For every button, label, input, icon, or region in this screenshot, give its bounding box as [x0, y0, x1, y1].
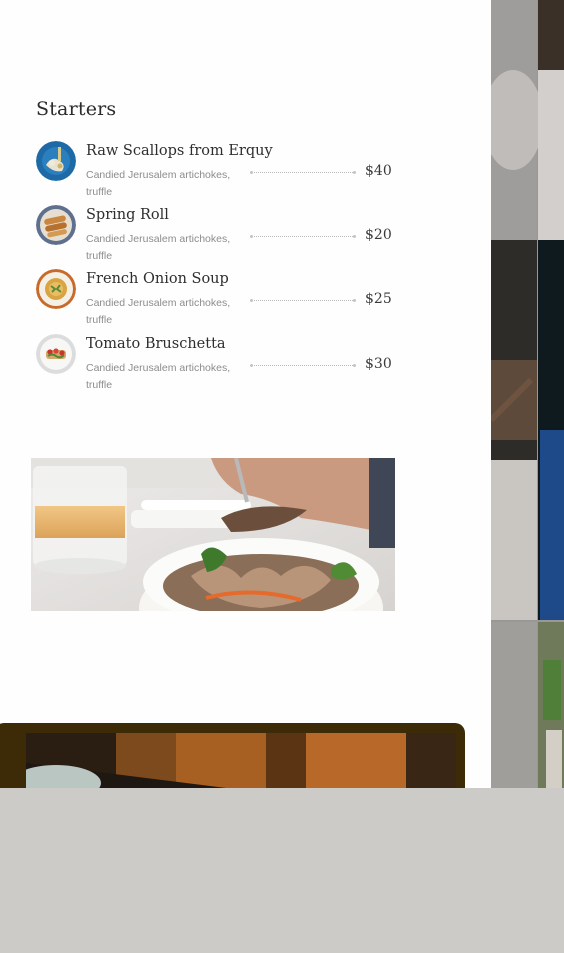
price-leader [250, 364, 356, 367]
dish-description: Candied Jerusalem artichokes, truffle [86, 233, 231, 262]
dish-price: $30 [365, 356, 392, 372]
price-leader [250, 299, 356, 302]
feature-photo-salad [31, 458, 395, 611]
dish-description: Candied Jerusalem artichokes, truffle [86, 297, 231, 326]
page-bottom-background [0, 788, 564, 953]
dish-thumbnail-bruschetta [36, 334, 76, 374]
dish-name: Tomato Bruschetta [86, 336, 226, 352]
dish-name: Raw Scallops from Erquy [86, 143, 273, 159]
menu-item[interactable]: French Onion Soup Candied Jerusalem arti… [36, 269, 396, 327]
dish-thumbnail-onion-soup [36, 269, 76, 309]
menu-item[interactable]: Tomato Bruschetta Candied Jerusalem arti… [36, 334, 396, 392]
dish-price: $25 [365, 291, 392, 307]
page: Starters Raw Scallops from Erquy Candied… [0, 0, 564, 788]
dish-name: Spring Roll [86, 207, 169, 223]
dish-price: $20 [365, 227, 392, 243]
price-leader [250, 171, 356, 174]
dish-name: French Onion Soup [86, 271, 229, 287]
menu-item[interactable]: Raw Scallops from Erquy Candied Jerusale… [36, 141, 396, 199]
dish-description: Candied Jerusalem artichokes, truffle [86, 169, 231, 198]
dish-description: Candied Jerusalem artichokes, truffle [86, 362, 231, 391]
price-leader [250, 235, 356, 238]
dish-thumbnail-spring-roll [36, 205, 76, 245]
section-title-starters: Starters [36, 98, 117, 120]
dish-price: $40 [365, 163, 392, 179]
menu-panel: Starters Raw Scallops from Erquy Candied… [0, 0, 491, 788]
gallery-strip [491, 0, 564, 788]
dish-thumbnail-scallops [36, 141, 76, 181]
menu-item[interactable]: Spring Roll Candied Jerusalem artichokes… [36, 205, 396, 263]
restaurant-interior-photo [26, 733, 456, 788]
